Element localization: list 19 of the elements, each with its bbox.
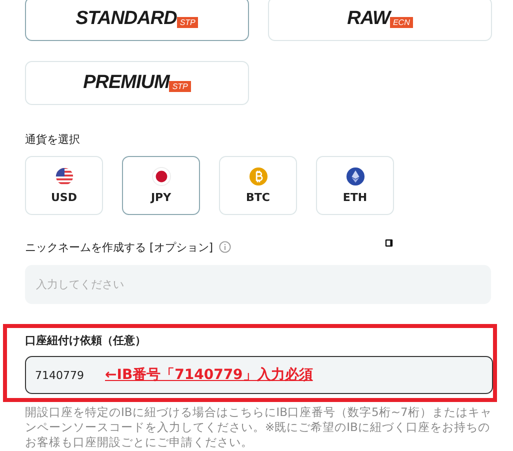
currency-option[interactable]: JPY [122,156,200,215]
field-label: 口座紐付け依頼（任意） [25,333,147,348]
account-type-option[interactable]: STANDARD STP [25,0,249,41]
help-text: 開設口座を特定のIBに紐づける場合はこちらにIB口座番号（数字5桁~7桁）またはキャンペーンソースコードを入力してください。※既にご希望のIBに紐づく口座をお持ちのお客様も口座開設ごとにご申請ください。 [25,405,493,450]
flag-icon [54,167,74,186]
ethereum-icon [346,167,364,186]
flag-icon [152,167,170,186]
currency-option[interactable]: ETH [316,156,394,215]
field-label: ニックネームを作成する [オプション] [25,240,214,254]
section-label: 通貨を選択 [24,132,81,147]
account-type-option[interactable]: RAWECN [268,0,492,41]
nickname-field[interactable]: 入力してください [25,265,491,304]
currency-option[interactable]: USD [25,156,103,215]
annotation-text: ←IB番号「7140779」入力必須 [105,366,313,384]
currency-option[interactable]: BTC [219,156,297,215]
info-icon[interactable] [219,241,232,253]
account-type-option[interactable]: PREMIUM STP [25,61,249,105]
bitcoin-icon [248,167,268,186]
square-icon [385,239,393,247]
